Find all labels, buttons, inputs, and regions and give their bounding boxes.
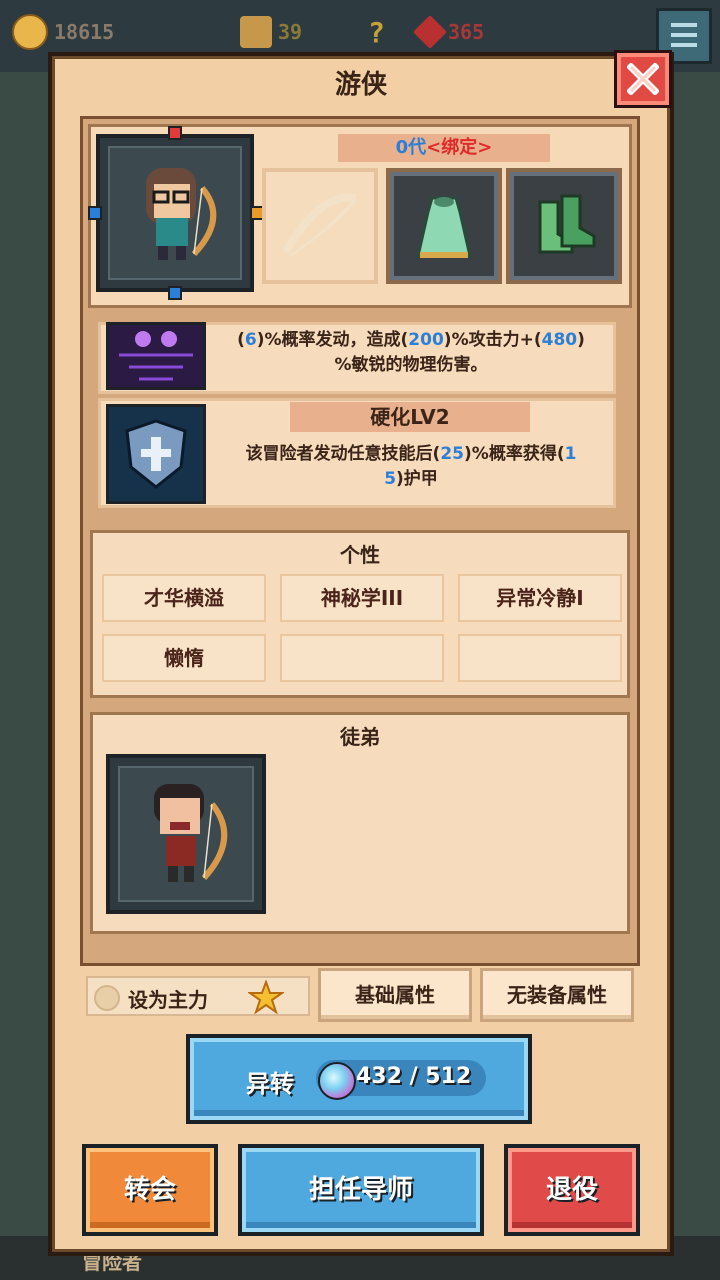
- transform-label: 异转: [246, 1070, 294, 1098]
- trait-item[interactable]: 懒惰: [102, 634, 266, 682]
- disciple-ranger-sprite-icon: [154, 784, 228, 882]
- hammer-icon: [240, 16, 272, 48]
- transform-cost: 432 / 512: [356, 1064, 472, 1089]
- skill-2-description: 该冒险者发动任意技能后(25)%概率获得(1 5)护甲: [216, 442, 606, 492]
- transfer-button[interactable]: 转会: [82, 1144, 218, 1236]
- dialog-title: 游侠: [334, 70, 387, 100]
- portrait-frame: [108, 146, 242, 280]
- mystery-counter: ?: [368, 14, 385, 50]
- armor-slot[interactable]: [386, 168, 502, 284]
- skill-2-line-1: 该冒险者发动任意技能后(25)%概率获得(1: [245, 444, 577, 464]
- set-main-label: 设为主力: [128, 988, 208, 1012]
- hero-portrait[interactable]: [96, 134, 254, 292]
- skill-2-line-2: 5)护甲: [384, 469, 438, 489]
- mentor-button[interactable]: 担任导师: [238, 1144, 484, 1236]
- ruby-icon: [413, 15, 447, 49]
- set-main-toggle[interactable]: 设为主力: [86, 976, 310, 1016]
- menu-icon: [671, 23, 697, 27]
- shield-icon: [109, 407, 203, 501]
- question-icon: ?: [368, 15, 385, 49]
- skill-1-icon[interactable]: [106, 322, 206, 390]
- no-equipment-stats-button[interactable]: 无装备属性: [480, 968, 634, 1022]
- portrait-handle-left: [88, 206, 102, 220]
- disciples-title: 徒弟: [340, 725, 380, 749]
- boots-slot[interactable]: [506, 168, 622, 284]
- crystal-gem-icon: [318, 1062, 356, 1100]
- base-stats-button[interactable]: 基础属性: [318, 968, 472, 1022]
- bow-placeholder-icon: [282, 193, 357, 258]
- hammer-value: 39: [278, 20, 303, 44]
- portrait-handle-top: [168, 126, 182, 140]
- cloak-armor-icon: [416, 196, 472, 258]
- close-button[interactable]: [614, 50, 672, 108]
- skill-1-line-2: %敏锐的物理伤害。: [334, 355, 488, 375]
- skill-1-line-1: (6)%概率发动，造成(200)%攻击力+(480): [237, 330, 585, 350]
- disciple-portrait[interactable]: [106, 754, 266, 914]
- skill-2-icon[interactable]: [106, 404, 206, 504]
- trait-item-empty: [280, 634, 444, 682]
- trait-item-empty: [458, 634, 622, 682]
- gold-value: 18615: [54, 20, 115, 44]
- disciple-frame: [118, 766, 254, 902]
- hammer-counter: 39: [240, 14, 302, 50]
- weapon-slot[interactable]: [262, 168, 378, 284]
- background-right: [674, 72, 720, 1236]
- green-boots-icon: [538, 194, 596, 254]
- skill-2-name: 硬化LV2: [290, 402, 530, 432]
- shadow-eyes-icon: [109, 325, 203, 387]
- checkbox-icon: [94, 985, 120, 1011]
- ranger-sprite-icon: [146, 168, 217, 260]
- trait-item[interactable]: 异常冷静I: [458, 574, 622, 622]
- trait-item[interactable]: 神秘学III: [280, 574, 444, 622]
- background-left: [0, 72, 48, 1236]
- trait-item[interactable]: 才华横溢: [102, 574, 266, 622]
- star-icon: [248, 980, 284, 1014]
- bound-tag: <绑定>: [426, 137, 493, 158]
- gold-counter: 18615: [12, 14, 114, 50]
- generation-number: 0代: [395, 137, 427, 158]
- traits-title: 个性: [340, 543, 380, 567]
- close-icon: [627, 63, 659, 95]
- skill-1-description: (6)%概率发动，造成(200)%攻击力+(480) %敏锐的物理伤害。: [216, 328, 606, 378]
- generation-label: 0代<绑定>: [338, 134, 550, 162]
- portrait-handle-bottom: [168, 286, 182, 300]
- ruby-counter: 365: [413, 14, 485, 50]
- gold-coin-icon: [12, 14, 48, 50]
- retire-button[interactable]: 退役: [504, 1144, 640, 1236]
- ruby-value: 365: [448, 20, 485, 44]
